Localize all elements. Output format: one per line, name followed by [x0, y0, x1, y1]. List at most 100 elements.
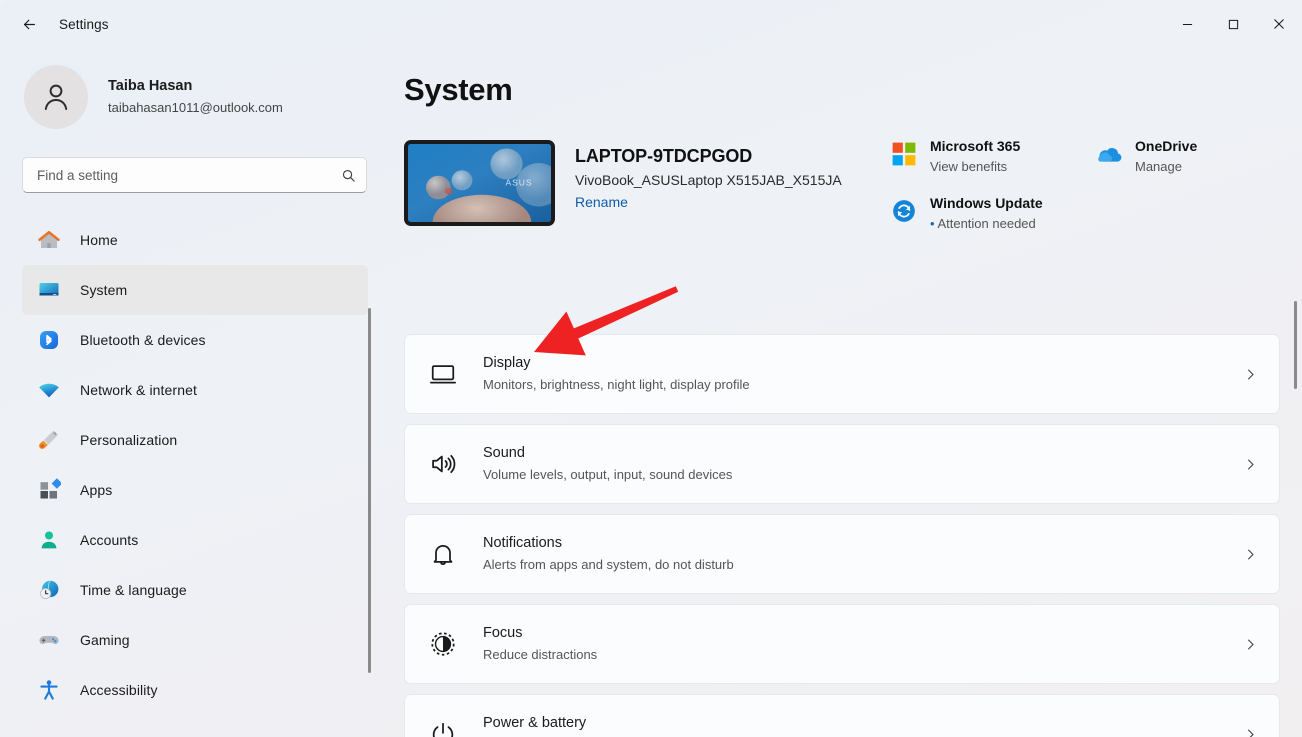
bluetooth-icon — [37, 328, 61, 352]
power-button-icon — [429, 720, 457, 737]
quick-link-title: OneDrive — [1135, 137, 1197, 155]
sidebar-item-label: Personalization — [80, 432, 177, 448]
sidebar-item-apps[interactable]: Apps — [22, 465, 368, 515]
sidebar-item-network-internet[interactable]: Network & internet — [22, 365, 368, 415]
quick-link-microsoft-365[interactable]: Microsoft 365View benefits — [886, 134, 1091, 179]
settings-card-text: Power & batterySleep, battery usage, bat… — [483, 714, 1239, 737]
system-monitor-icon — [37, 278, 61, 302]
main-content: System — [384, 48, 1302, 737]
wifi-icon — [36, 377, 62, 403]
clock-globe-icon — [37, 578, 61, 602]
settings-card-text: NotificationsAlerts from apps and system… — [483, 534, 1239, 574]
settings-card-sound[interactable]: SoundVolume levels, output, input, sound… — [404, 424, 1280, 504]
device-info: LAPTOP-9TDCPGOD VivoBook_ASUSLaptop X515… — [575, 140, 842, 212]
chevron-right-icon — [1239, 543, 1261, 565]
quick-link-text: Windows Update• Attention needed — [930, 194, 1043, 233]
close-button[interactable] — [1256, 0, 1302, 48]
sidebar-item-label: Accounts — [80, 532, 138, 548]
sidebar-nav: HomeSystem Bluetooth & devices Network & i… — [22, 215, 384, 737]
home-icon — [37, 228, 61, 252]
settings-card-title: Power & battery — [483, 714, 1239, 733]
quick-link-subtitle-text: View benefits — [930, 159, 1007, 174]
sidebar-item-label: Apps — [80, 482, 112, 498]
windows-update-refresh-icon — [891, 198, 917, 224]
speaker-sound-icon — [429, 450, 457, 478]
sidebar-item-accessibility[interactable]: Accessibility — [22, 665, 368, 715]
account-email: taibahasan1011@outlook.com — [108, 98, 283, 117]
title-bar: Settings — [0, 0, 1302, 48]
window-controls — [1164, 0, 1302, 48]
sidebar-item-time-language[interactable]: Time & language — [22, 565, 368, 615]
quick-link-text: Microsoft 365View benefits — [930, 137, 1020, 176]
settings-card-display[interactable]: DisplayMonitors, brightness, night light… — [404, 334, 1280, 414]
settings-card-focus[interactable]: FocusReduce distractions — [404, 604, 1280, 684]
display-monitor-icon — [429, 360, 457, 388]
chevron-right-icon — [1243, 457, 1258, 472]
quick-link-subtitle: Manage — [1135, 158, 1197, 176]
settings-card-subtitle: Monitors, brightness, night light, displ… — [483, 375, 1239, 394]
bell-notification-icon — [425, 536, 461, 572]
quick-link-subtitle-text: Manage — [1135, 159, 1182, 174]
settings-card-notifications[interactable]: NotificationsAlerts from apps and system… — [404, 514, 1280, 594]
quick-link-windows-update[interactable]: Windows Update• Attention needed — [886, 191, 1049, 236]
bluetooth-icon — [36, 327, 62, 353]
maximize-button[interactable] — [1210, 0, 1256, 48]
settings-card-title: Sound — [483, 444, 1239, 463]
gamepad-icon — [37, 628, 61, 652]
main-scrollbar[interactable] — [1294, 301, 1297, 389]
minimize-button[interactable] — [1164, 0, 1210, 48]
power-button-icon — [425, 716, 461, 737]
sidebar-item-accounts[interactable]: Accounts — [22, 515, 368, 565]
settings-card-power-battery[interactable]: Power & batterySleep, battery usage, bat… — [404, 694, 1280, 737]
sidebar-item-label: Bluetooth & devices — [80, 332, 206, 348]
accessibility-person-icon — [37, 678, 61, 702]
sidebar-item-bluetooth-devices[interactable]: Bluetooth & devices — [22, 315, 368, 365]
person-avatar-icon — [38, 79, 74, 115]
rename-link[interactable]: Rename — [575, 194, 628, 210]
device-model: VivoBook_ASUSLaptop X515JAB_X515JA — [575, 172, 842, 188]
quick-link-text: OneDrive Manage — [1135, 137, 1197, 176]
search-box[interactable] — [22, 157, 367, 193]
account-person-icon — [36, 527, 62, 553]
sidebar-item-system[interactable]: System — [22, 265, 368, 315]
sidebar-scrollbar[interactable] — [368, 308, 371, 673]
search-icon — [341, 168, 356, 183]
system-monitor-icon — [36, 277, 62, 303]
back-button[interactable] — [12, 9, 46, 39]
speaker-sound-icon — [425, 446, 461, 482]
wallpaper-thumbnail-image: ASUS — [408, 144, 551, 222]
microsoft-logo-icon — [889, 139, 919, 169]
settings-cards: DisplayMonitors, brightness, night light… — [404, 334, 1280, 737]
back-arrow-icon — [21, 16, 38, 33]
chevron-right-icon — [1243, 727, 1258, 737]
sidebar-item-label: Network & internet — [80, 382, 197, 398]
chevron-right-icon — [1239, 363, 1261, 385]
apps-grid-icon — [37, 478, 61, 502]
sidebar-item-gaming[interactable]: Gaming — [22, 615, 368, 665]
quick-link-subtitle-text: Attention needed — [937, 216, 1035, 231]
maximize-icon — [1228, 19, 1239, 30]
account-name: Taiba Hasan — [108, 77, 283, 96]
gamepad-icon — [36, 627, 62, 653]
focus-moon-icon — [425, 626, 461, 662]
sidebar-item-personalization[interactable]: Personalization — [22, 415, 368, 465]
settings-card-text: DisplayMonitors, brightness, night light… — [483, 354, 1239, 394]
account-text: Taiba Hasan taibahasan1011@outlook.com — [108, 77, 283, 117]
microsoft-logo-icon — [891, 141, 917, 167]
chevron-right-icon — [1243, 367, 1258, 382]
quick-link-subtitle: View benefits — [930, 158, 1020, 176]
apps-grid-icon — [36, 477, 62, 503]
paintbrush-icon — [37, 428, 61, 452]
sidebar-item-label: Time & language — [80, 582, 187, 598]
focus-moon-icon — [429, 630, 457, 658]
account-block[interactable]: Taiba Hasan taibahasan1011@outlook.com — [24, 65, 384, 129]
clock-globe-icon — [36, 577, 62, 603]
quick-links: Microsoft 365View benefits OneDrive Manage… — [886, 134, 1286, 236]
quick-link-onedrive[interactable]: OneDrive Manage — [1091, 134, 1203, 179]
search-input[interactable] — [37, 168, 341, 183]
device-name: LAPTOP-9TDCPGOD — [575, 146, 842, 167]
sidebar-item-home[interactable]: Home — [22, 215, 368, 265]
settings-card-subtitle: Reduce distractions — [483, 645, 1239, 664]
app-title: Settings — [59, 17, 109, 32]
settings-card-text: SoundVolume levels, output, input, sound… — [483, 444, 1239, 484]
